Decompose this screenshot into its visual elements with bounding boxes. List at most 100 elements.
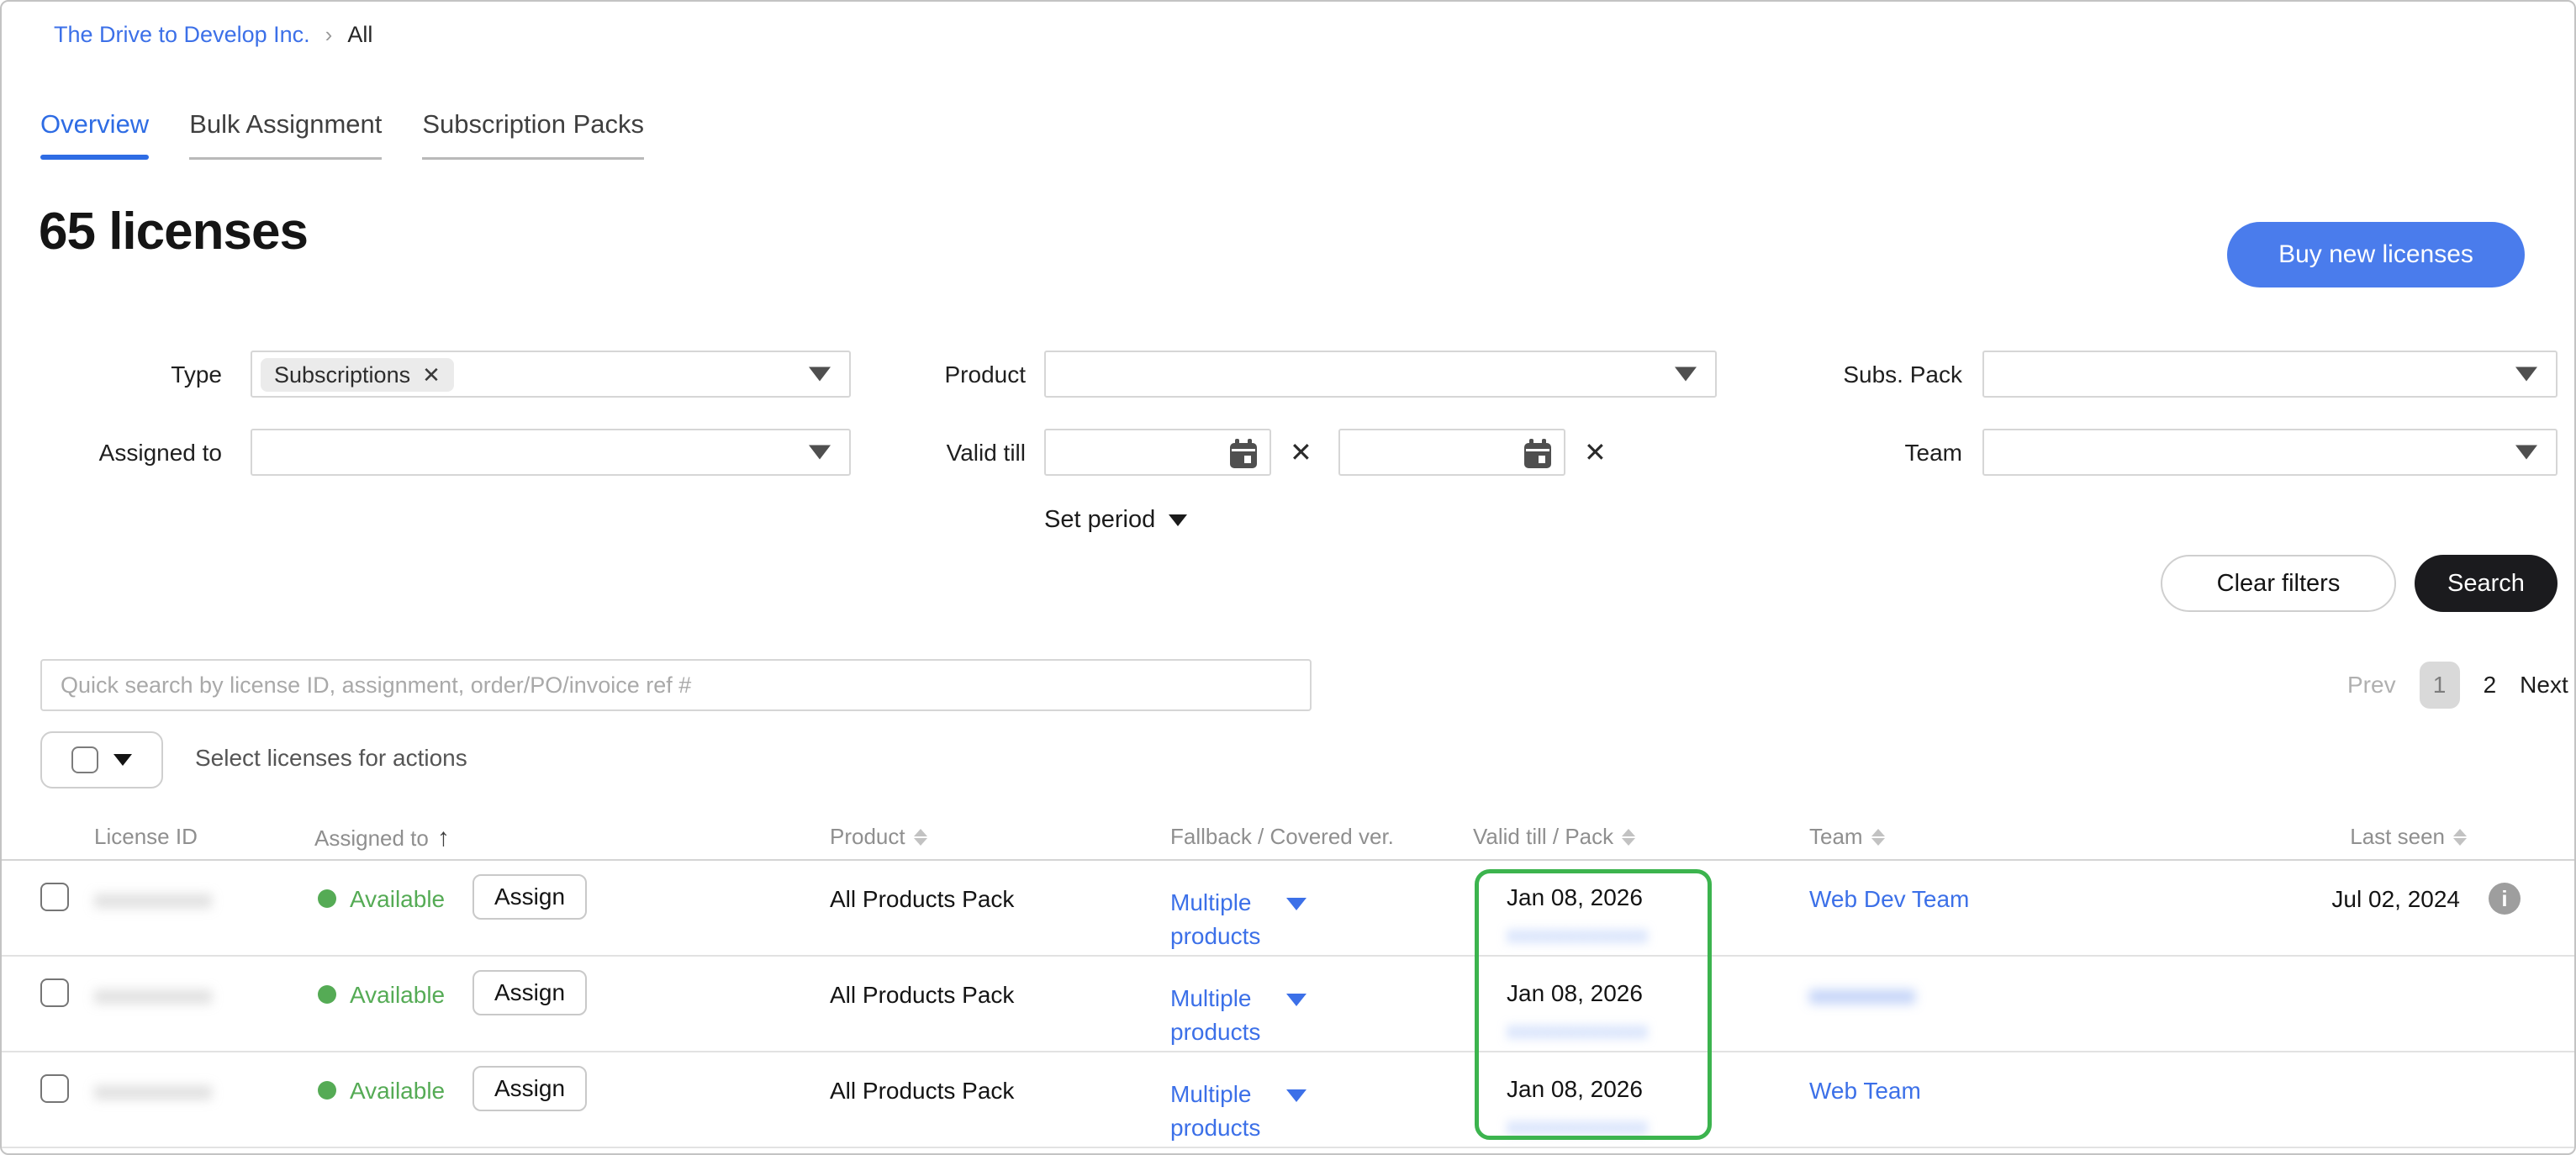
pagination: Prev 1 2 Next [2347,659,2568,711]
bulk-select-button[interactable] [40,731,163,788]
chevron-down-icon[interactable] [1286,994,1306,1006]
column-header-team[interactable]: Team [1809,824,1885,850]
column-header-license-id: License ID [94,824,198,850]
status-badge: Available [350,1078,445,1105]
chevron-down-icon [809,446,831,460]
valid-till-label: Valid till [893,440,1026,467]
tab-overview[interactable]: Overview [40,109,149,160]
type-select[interactable]: Subscriptions ✕ [251,351,851,398]
pagination-page-2[interactable]: 2 [2484,672,2497,699]
table-row: xxxxxxxxxx Available Assign All Products… [2,861,2574,957]
status-badge: Available [350,982,445,1009]
valid-till-date: Jan 08, 2026 [1507,1076,1643,1103]
valid-from-input[interactable] [1044,429,1271,476]
page: The Drive to Develop Inc. › All Overview… [0,0,2576,1155]
chevron-down-icon [2515,446,2537,460]
breadcrumb-separator-icon: › [325,22,333,48]
license-id-blurred: xxxxxxxxxx [94,886,212,913]
row-checkbox[interactable] [40,883,69,911]
status-dot [318,1081,336,1100]
fallback-products-link[interactable]: Multiple products [1170,1078,1305,1145]
valid-to-input[interactable] [1338,429,1565,476]
pack-ref-blurred: xxxxxxxxxxxx [1507,921,1648,948]
assign-button[interactable]: Assign [472,1066,587,1111]
product-select[interactable] [1044,351,1717,398]
sort-icon[interactable] [2453,829,2467,846]
breadcrumb-org-link[interactable]: The Drive to Develop Inc. [54,22,310,48]
clear-date-icon[interactable]: ✕ [1584,439,1607,466]
chip-remove-icon[interactable]: ✕ [422,362,441,388]
table-row: xxxxxxxxxx Available Assign All Products… [2,957,2574,1052]
column-header-last-seen[interactable]: Last seen [2350,824,2467,850]
pagination-next[interactable]: Next [2520,672,2568,699]
calendar-icon[interactable] [1229,439,1258,469]
product-cell: All Products Pack [830,886,1014,913]
assign-button[interactable]: Assign [472,970,587,1015]
table-header: License ID Assigned to ↑ Product Fallbac… [2,814,2574,859]
column-header-assigned-to[interactable]: Assigned to ↑ [314,824,450,852]
license-id-blurred: xxxxxxxxxx [94,982,212,1009]
assigned-to-select[interactable] [251,429,851,476]
row-checkbox[interactable] [40,978,69,1007]
assign-button[interactable]: Assign [472,874,587,920]
table-row: xxxxxxxxxx Available Assign All Products… [2,1052,2574,1148]
buy-new-licenses-button[interactable]: Buy new licenses [2227,222,2525,287]
set-period-label: Set period [1044,506,1155,534]
last-seen-cell: Jul 02, 2024 [2331,886,2460,913]
status-badge: Available [350,886,445,913]
sort-icon[interactable] [1622,829,1635,846]
column-header-fallback: Fallback / Covered ver. [1170,824,1394,850]
pagination-prev[interactable]: Prev [2347,672,2396,699]
search-button[interactable]: Search [2415,555,2558,612]
pack-ref-blurred: xxxxxxxxxxxx [1507,1017,1648,1044]
type-chip-label: Subscriptions [274,362,410,388]
set-period-button[interactable]: Set period [1044,506,1187,534]
team-link[interactable]: Web Team [1809,1078,1921,1105]
sort-asc-icon[interactable]: ↑ [437,824,450,852]
type-label: Type [103,361,222,388]
fallback-products-link[interactable]: Multiple products [1170,886,1305,953]
license-id-blurred: xxxxxxxxxx [94,1078,212,1105]
pagination-page-1[interactable]: 1 [2420,662,2460,709]
column-header-product[interactable]: Product [830,824,927,850]
clear-date-icon[interactable]: ✕ [1290,439,1312,466]
chevron-down-icon [1169,514,1187,526]
team-select[interactable] [1982,429,2558,476]
page-title: 65 licenses [39,202,308,261]
clear-filters-button[interactable]: Clear filters [2161,555,2396,612]
chevron-down-icon [113,754,132,766]
status-dot [318,889,336,908]
bulk-select-checkbox[interactable] [71,746,98,773]
breadcrumb: The Drive to Develop Inc. › All [54,22,372,48]
chevron-down-icon[interactable] [1286,1089,1306,1102]
calendar-icon[interactable] [1523,439,1552,469]
column-header-valid-till[interactable]: Valid till / Pack [1473,824,1635,850]
assigned-to-label: Assigned to [52,440,222,467]
sort-icon[interactable] [1871,829,1885,846]
product-cell: All Products Pack [830,982,1014,1009]
sort-icon[interactable] [914,829,927,846]
product-cell: All Products Pack [830,1078,1014,1105]
chevron-down-icon[interactable] [1286,898,1306,910]
pack-ref-blurred: xxxxxxxxxxxx [1507,1113,1648,1140]
subs-pack-label: Subs. Pack [1792,361,1962,388]
bulk-select-label: Select licenses for actions [195,745,467,772]
tab-bulk-assignment[interactable]: Bulk Assignment [189,109,382,160]
breadcrumb-current: All [347,22,372,48]
fallback-products-link[interactable]: Multiple products [1170,982,1305,1049]
type-chip-subscriptions[interactable]: Subscriptions ✕ [261,358,454,392]
valid-till-date: Jan 08, 2026 [1507,884,1643,911]
tab-bar: Overview Bulk Assignment Subscription Pa… [40,109,644,160]
chevron-down-icon [809,367,831,382]
row-divider [2,1147,2574,1148]
quick-search-input[interactable] [40,659,1312,711]
product-label: Product [893,361,1026,388]
team-blurred: xxxxxxxxx [1809,982,1915,1009]
info-icon[interactable]: i [2489,883,2521,915]
team-link[interactable]: Web Dev Team [1809,886,1969,913]
chevron-down-icon [1675,367,1697,382]
subs-pack-select[interactable] [1982,351,2558,398]
row-checkbox[interactable] [40,1074,69,1103]
status-dot [318,985,336,1004]
tab-subscription-packs[interactable]: Subscription Packs [422,109,644,160]
